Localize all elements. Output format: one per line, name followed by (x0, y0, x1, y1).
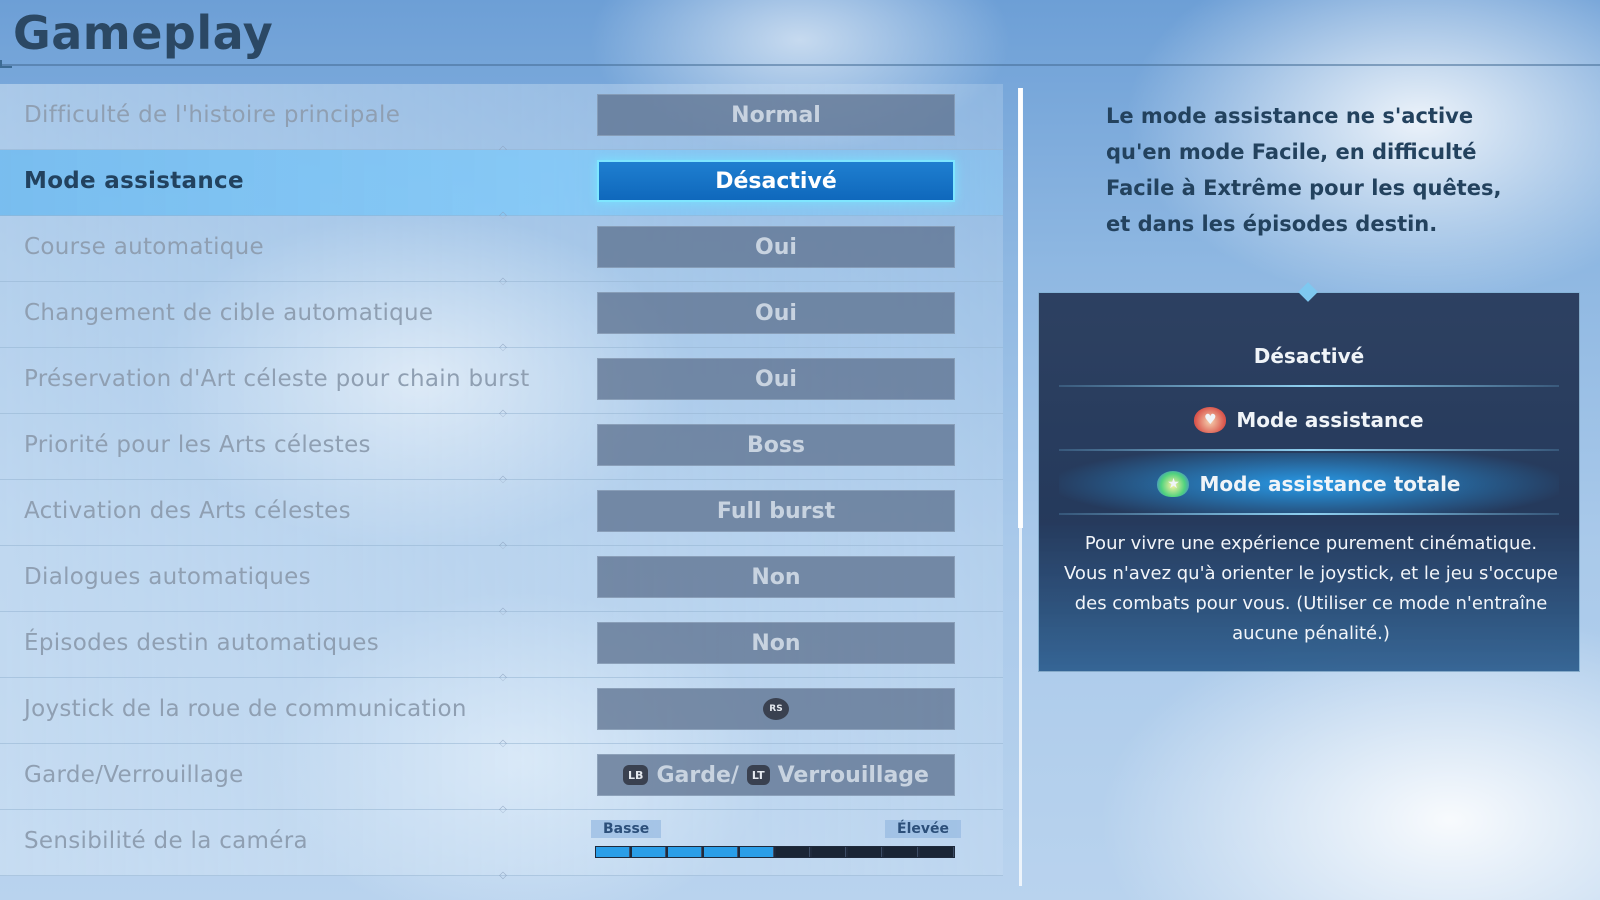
slider-low-label: Basse (591, 820, 662, 838)
setting-description: Le mode assistance ne s'active qu'en mod… (1106, 104, 1502, 236)
setting-row-auto-target[interactable]: Changement de cible automatique Oui ◇ (0, 282, 1003, 353)
camera-sensitivity-slider[interactable]: Basse Élevée (591, 820, 961, 866)
setting-label: Priorité pour les Arts célestes (24, 432, 371, 458)
guard-text: Garde/ (656, 762, 739, 788)
title-ornament (0, 60, 12, 68)
options-panel: Désactivé ♥ Mode assistance ★ Mode assis… (1038, 282, 1580, 672)
setting-value: Non (751, 630, 801, 656)
setting-label: Garde/Verrouillage (24, 762, 244, 788)
row-divider-ornament: ◇ (499, 870, 507, 881)
setting-row-guard-lock[interactable]: Garde/Verrouillage LB Garde/ LT Verrouil… (0, 744, 1003, 815)
slider-segment (812, 847, 846, 857)
setting-row-comm-wheel-stick[interactable]: Joystick de la roue de communication RS … (0, 678, 1003, 749)
setting-value: Désactivé (715, 168, 837, 194)
option-label: Mode assistance totale (1199, 472, 1461, 496)
setting-value-selector[interactable]: RS (597, 688, 955, 730)
setting-label: Course automatique (24, 234, 265, 260)
setting-value-selector[interactable]: Non (597, 622, 955, 664)
setting-value: Oui (755, 234, 797, 260)
setting-row-skybound-activation[interactable]: Activation des Arts célestes Full burst … (0, 480, 1003, 551)
setting-label: Sensibilité de la caméra (24, 828, 308, 854)
lock-text: Verrouillage (777, 762, 929, 788)
slider-segment (668, 847, 702, 857)
lt-button-icon: LT (746, 765, 770, 785)
option-label: Mode assistance (1236, 408, 1424, 432)
option-label: Désactivé (1253, 344, 1365, 368)
total-assist-mascot-icon: ★ (1157, 471, 1190, 497)
setting-label: Difficulté de l'histoire principale (24, 102, 401, 128)
setting-value-selector[interactable]: Désactivé (597, 160, 955, 202)
setting-row-auto-fate-episodes[interactable]: Épisodes destin automatiques Non ◇ (0, 612, 1003, 683)
scrollbar-thumb[interactable] (1018, 88, 1023, 528)
setting-label: Épisodes destin automatiques (24, 630, 380, 656)
assist-mascot-icon: ♥ (1194, 407, 1227, 433)
slider-track[interactable] (595, 846, 955, 858)
slider-segment (740, 847, 774, 857)
panel-gem-ornament (1298, 282, 1318, 302)
panel-divider (1059, 513, 1559, 515)
setting-row-camera-sensitivity[interactable]: Sensibilité de la caméra Basse Élevée ◇ (0, 810, 1003, 881)
panel-divider (1059, 385, 1559, 387)
panel-divider (1059, 449, 1559, 451)
setting-value-selector[interactable]: Full burst (597, 490, 955, 532)
setting-value: Full burst (716, 498, 836, 524)
setting-row-auto-run[interactable]: Course automatique Oui ◇ (0, 216, 1003, 287)
slider-segment (920, 847, 954, 857)
setting-label: Activation des Arts célestes (24, 498, 351, 524)
slider-segment (776, 847, 810, 857)
option-total-assist[interactable]: ★ Mode assistance totale (1059, 453, 1559, 515)
slider-segment (704, 847, 738, 857)
lb-button-icon: LB (623, 765, 649, 785)
setting-label: Préservation d'Art céleste pour chain bu… (24, 366, 530, 392)
setting-value-selector[interactable]: Oui (597, 358, 955, 400)
setting-row-assist-mode[interactable]: Mode assistance Désactivé ◇ (0, 150, 1003, 221)
setting-value-selector[interactable]: Boss (597, 424, 955, 466)
setting-value: Non (751, 564, 801, 590)
setting-value-selector[interactable]: Oui (597, 292, 955, 334)
setting-value-selector[interactable]: Non (597, 556, 955, 598)
settings-list: Difficulté de l'histoire principale Norm… (0, 84, 1005, 881)
right-stick-icon: RS (763, 698, 789, 720)
setting-value-selector[interactable]: LB Garde/ LT Verrouillage (597, 754, 955, 796)
setting-label: Joystick de la roue de communication (24, 696, 467, 722)
setting-value: Oui (755, 366, 797, 392)
slider-segment (848, 847, 882, 857)
setting-value: Boss (746, 432, 806, 458)
option-disabled[interactable]: Désactivé (1059, 325, 1559, 387)
slider-segment (596, 847, 630, 857)
setting-value: Oui (755, 300, 797, 326)
setting-value-selector[interactable]: Oui (597, 226, 955, 268)
option-help-text: Pour vivre une expérience purement ciném… (1064, 533, 1558, 644)
setting-row-story-difficulty[interactable]: Difficulté de l'histoire principale Norm… (0, 84, 1003, 155)
slider-high-label: Élevée (885, 820, 961, 838)
page-title: Gameplay (13, 6, 274, 60)
slider-segment (884, 847, 918, 857)
header-bar: Gameplay (0, 0, 1600, 68)
setting-value-selector[interactable]: Normal (597, 94, 955, 136)
setting-row-skybound-preserve[interactable]: Préservation d'Art céleste pour chain bu… (0, 348, 1003, 419)
slider-segment (632, 847, 666, 857)
setting-value: Normal (731, 102, 821, 128)
option-assist-mode[interactable]: ♥ Mode assistance (1059, 389, 1559, 451)
setting-label: Mode assistance (24, 168, 244, 194)
setting-label: Changement de cible automatique (24, 300, 434, 326)
setting-label: Dialogues automatiques (24, 564, 311, 590)
setting-row-auto-dialogue[interactable]: Dialogues automatiques Non ◇ (0, 546, 1003, 617)
setting-row-skybound-priority[interactable]: Priorité pour les Arts célestes Boss ◇ (0, 414, 1003, 485)
